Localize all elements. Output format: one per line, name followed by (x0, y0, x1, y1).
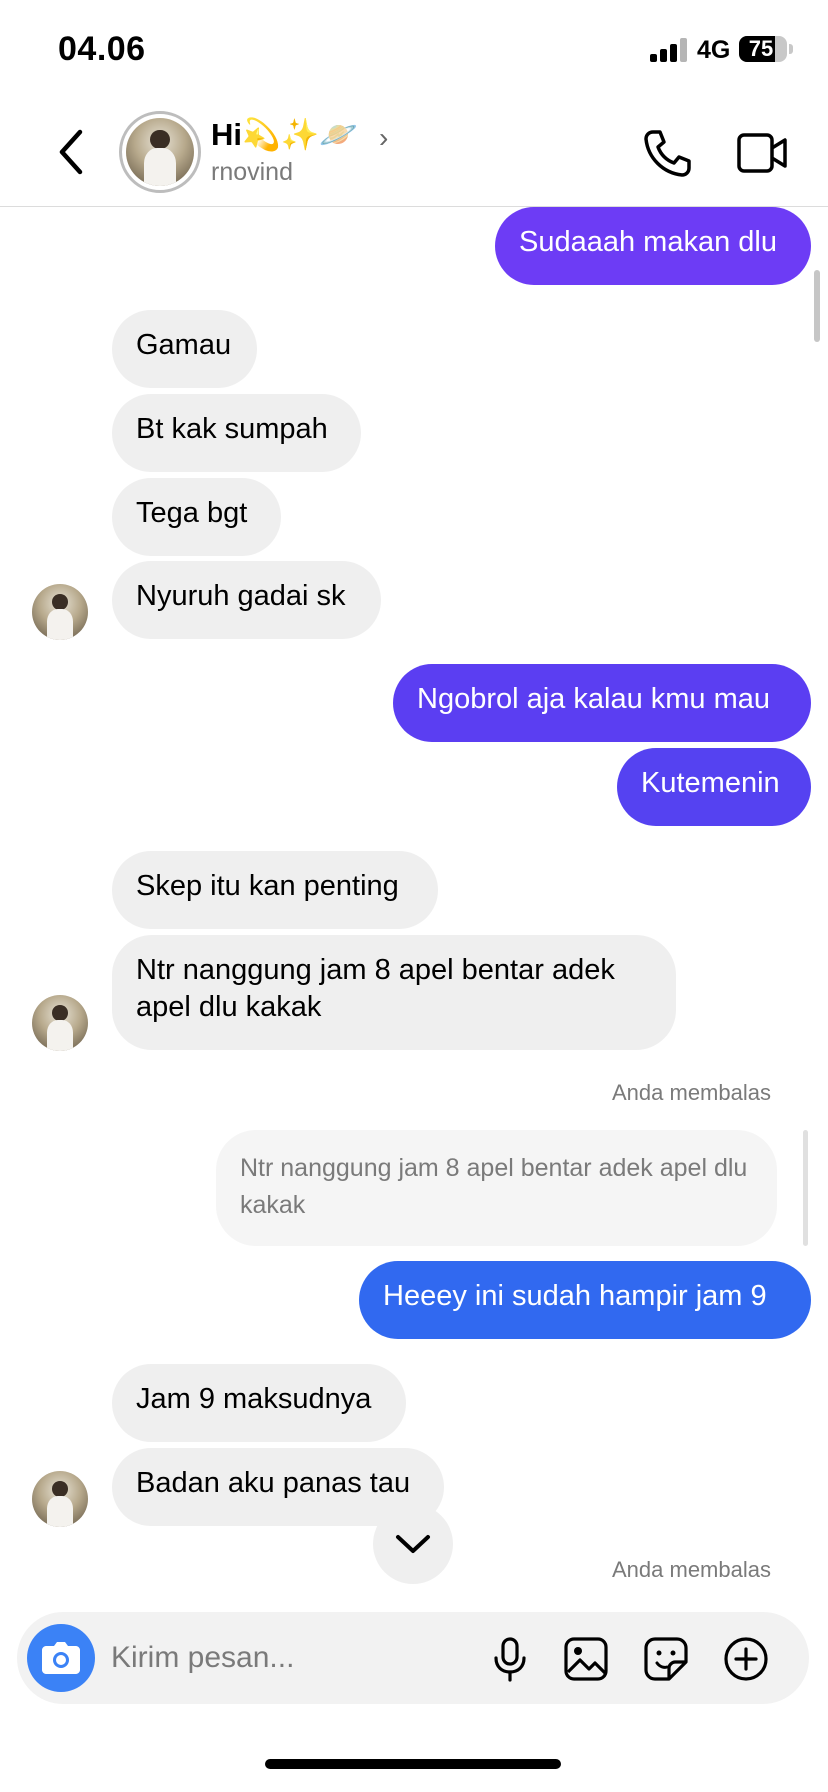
network-type: 4G (697, 36, 731, 64)
image-icon (564, 1637, 608, 1681)
sender-avatar[interactable] (32, 995, 88, 1051)
battery-percent: 75 (748, 36, 774, 61)
more-options-button[interactable] (723, 1636, 769, 1682)
message-bubble-received[interactable]: Gamau (112, 310, 257, 388)
avatar-image (126, 118, 194, 186)
contact-name[interactable]: Hi💫✨🪐 (211, 116, 358, 153)
gallery-button[interactable] (563, 1636, 609, 1682)
battery-icon: 75 (739, 36, 787, 62)
reply-label: Anda membalas (612, 1080, 771, 1105)
scrollbar[interactable] (814, 270, 820, 342)
quoted-message[interactable]: Ntr nanggung jam 8 apel bentar adek apel… (216, 1130, 777, 1246)
sender-avatar[interactable] (32, 1471, 88, 1527)
message-bubble-received[interactable]: Tega bgt (112, 478, 281, 556)
message-bubble-sent[interactable]: Sudaaah makan dlu (495, 207, 811, 285)
message-input[interactable] (111, 1634, 471, 1682)
chat-header: Hi💫✨🪐 › rnovind (0, 100, 828, 207)
microphone-icon (494, 1637, 526, 1682)
status-time: 04.06 (58, 30, 146, 68)
camera-button[interactable] (27, 1624, 95, 1692)
contact-avatar[interactable] (119, 111, 201, 193)
camera-icon (42, 1642, 80, 1674)
message-bubble-received[interactable]: Ntr nanggung jam 8 apel bentar adek apel… (112, 935, 676, 1050)
contact-username[interactable]: rnovind (211, 158, 293, 187)
battery-cap (789, 44, 793, 54)
message-bubble-sent[interactable]: Ngobrol aja kalau kmu mau (393, 664, 811, 742)
reply-label: Anda membalas (612, 1557, 771, 1582)
message-bubble-received[interactable]: Nyuruh gadai sk (112, 561, 381, 639)
voice-call-button[interactable] (643, 128, 691, 178)
phone-icon (644, 130, 691, 177)
reply-bar (803, 1130, 808, 1246)
microphone-button[interactable] (487, 1636, 533, 1682)
sender-avatar[interactable] (32, 584, 88, 640)
message-bubble-sent[interactable]: Heeey ini sudah hampir jam 9 (359, 1261, 811, 1339)
message-list[interactable]: Sudaaah makan dlu Gamau Bt kak sumpah Te… (0, 207, 828, 1605)
scroll-to-bottom-button[interactable] (373, 1504, 453, 1584)
sticker-icon (644, 1637, 688, 1681)
plus-circle-icon (724, 1637, 768, 1681)
chevron-right-icon[interactable]: › (379, 122, 388, 154)
chevron-left-icon (59, 129, 83, 175)
video-call-button[interactable] (736, 130, 788, 176)
status-bar: 04.06 4G 75 (0, 0, 828, 100)
message-bubble-received[interactable]: Skep itu kan penting (112, 851, 438, 929)
message-bubble-received[interactable]: Bt kak sumpah (112, 394, 361, 472)
message-composer (17, 1612, 809, 1704)
message-bubble-received[interactable]: Jam 9 maksudnya (112, 1364, 406, 1442)
home-indicator[interactable] (265, 1759, 561, 1769)
back-button[interactable] (50, 124, 96, 180)
cellular-signal-icon (650, 38, 690, 62)
sticker-button[interactable] (643, 1636, 689, 1682)
chevron-down-icon (396, 1535, 430, 1553)
video-camera-icon (737, 133, 787, 173)
message-bubble-sent[interactable]: Kutemenin (617, 748, 811, 826)
